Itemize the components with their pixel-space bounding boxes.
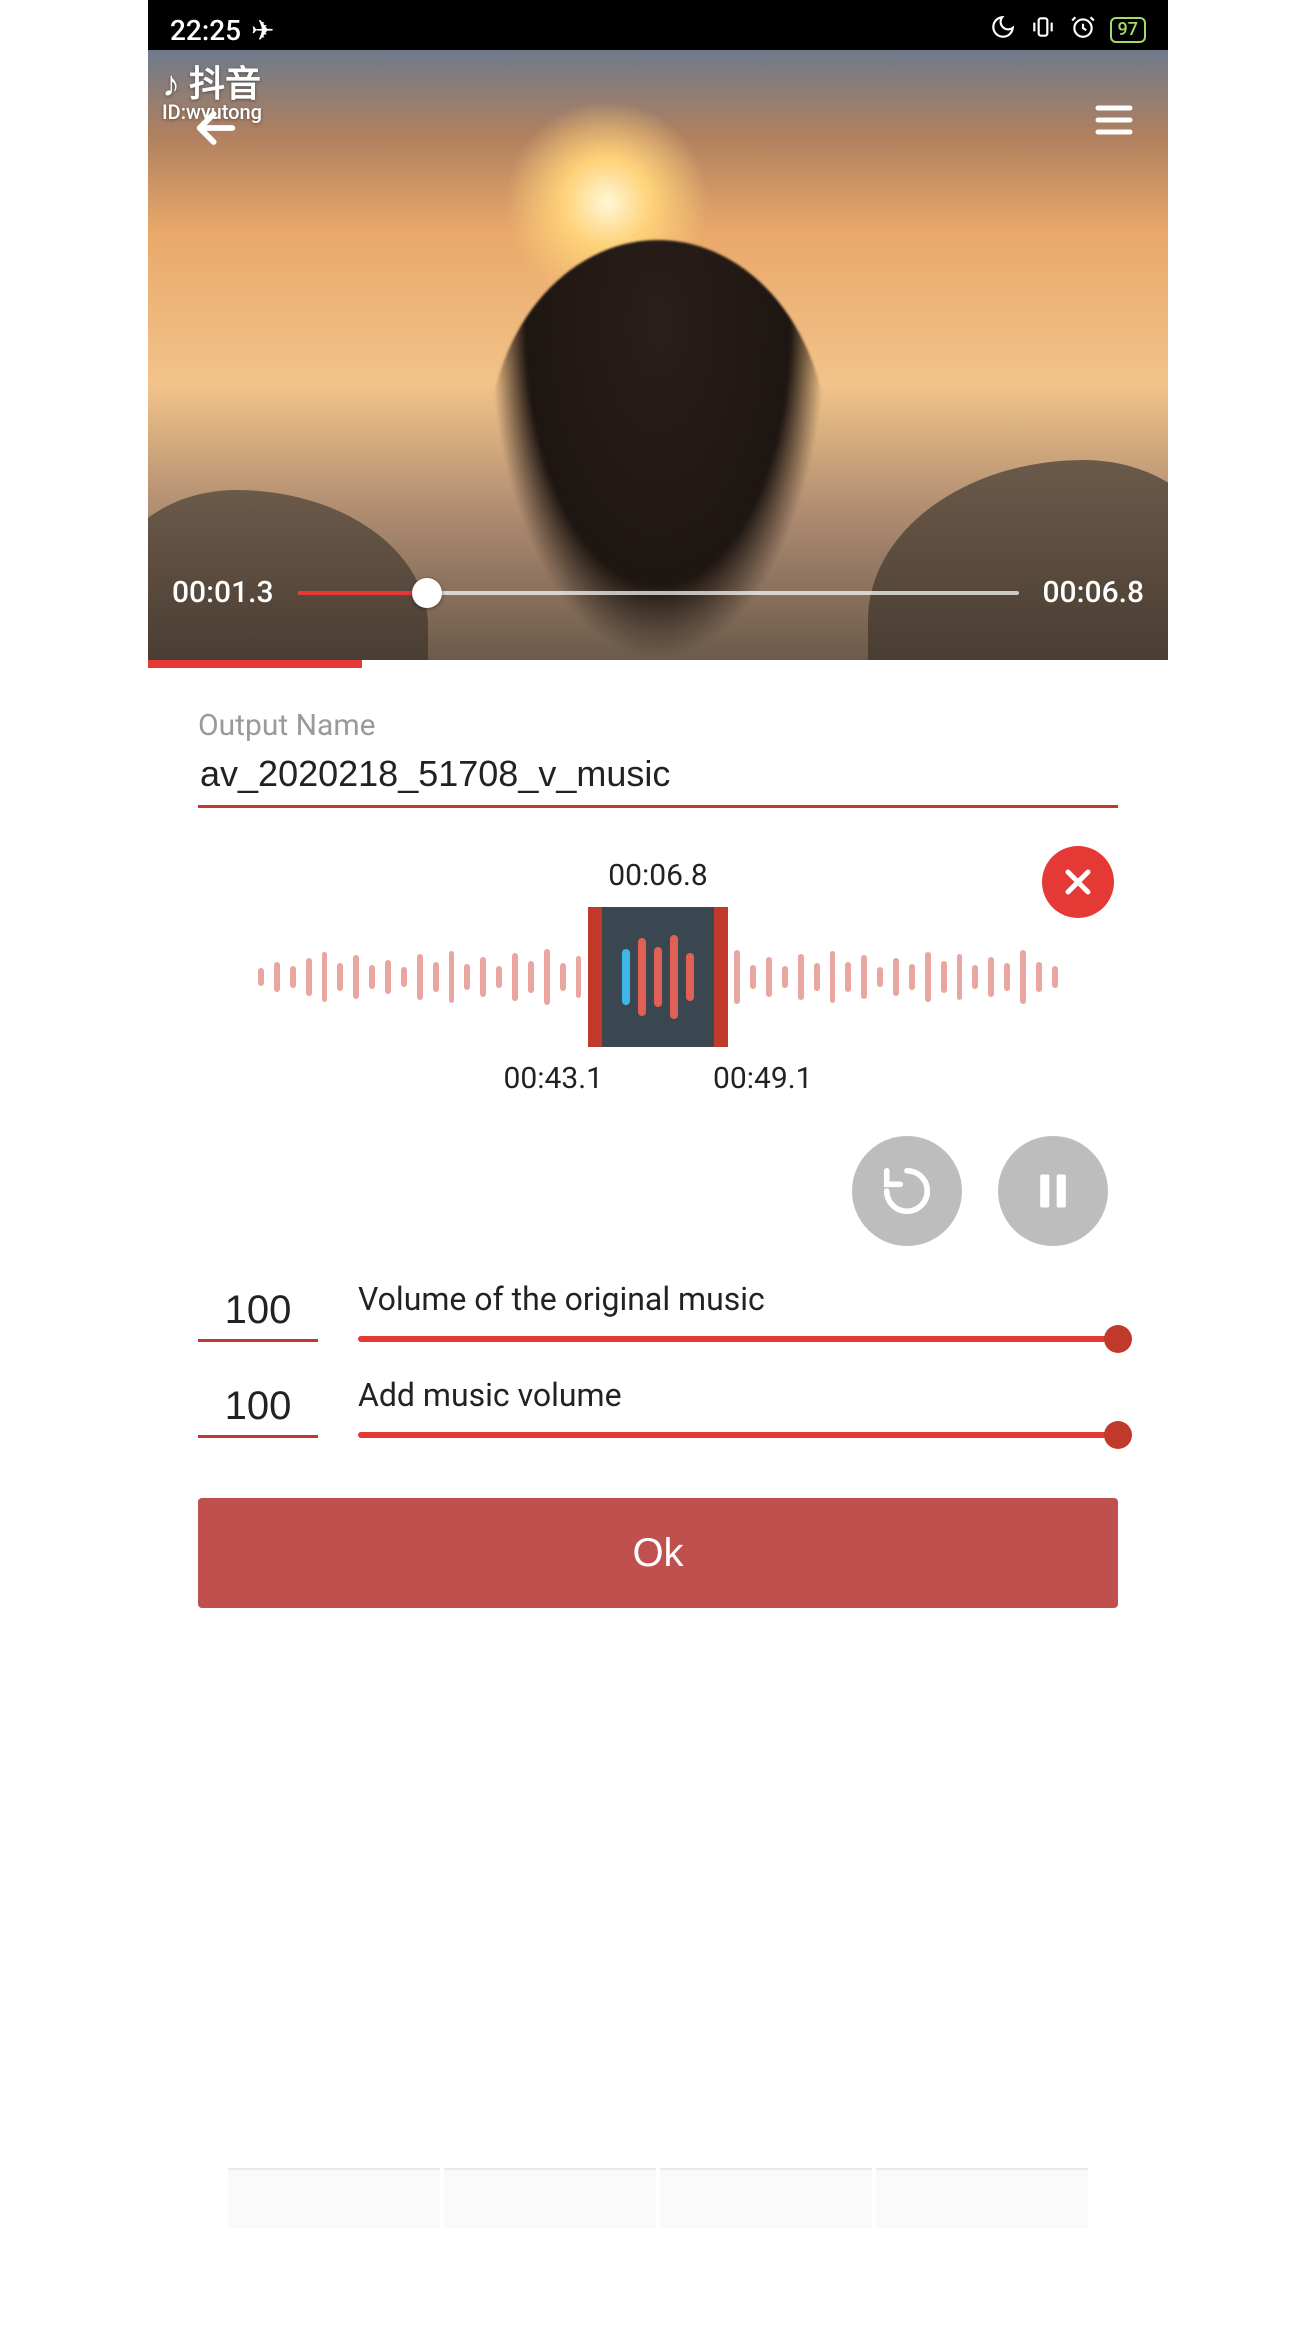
output-name-input[interactable] [198, 747, 1118, 808]
original-volume-label: Volume of the original music [358, 1280, 1118, 1318]
vibrate-icon [1030, 14, 1056, 47]
battery-indicator: 97 [1110, 17, 1146, 43]
audio-waveform-selector[interactable] [198, 907, 1118, 1047]
status-bar: 22:25 ✈ 97 [148, 0, 1168, 60]
video-scrubber[interactable]: 00:01.3 00:06.8 [172, 575, 1144, 610]
output-name-label: Output Name [198, 708, 1118, 743]
video-scrubber-track[interactable] [298, 591, 1019, 595]
added-volume-row: Add music volume [198, 1376, 1118, 1438]
back-icon[interactable] [188, 100, 244, 160]
clip-length-label: 00:06.8 [198, 858, 1118, 893]
alarm-icon [1070, 14, 1096, 47]
output-name-field: Output Name [198, 708, 1118, 808]
video-load-progress [148, 660, 1168, 668]
waveform-time-labels: 00:43.1 00:49.1 [198, 1061, 1118, 1096]
video-total-time: 00:06.8 [1043, 575, 1145, 610]
added-volume-slider[interactable] [358, 1432, 1118, 1438]
clip-start-time: 00:43.1 [504, 1061, 603, 1096]
original-volume-thumb[interactable] [1104, 1325, 1132, 1353]
status-time: 22:25 [170, 14, 241, 47]
added-volume-input[interactable] [198, 1384, 318, 1438]
original-volume-row: Volume of the original music [198, 1280, 1118, 1342]
bottom-nav-placeholder [148, 2168, 1168, 2228]
waveform-selection-window[interactable] [588, 907, 728, 1047]
video-frame-image [148, 50, 1168, 660]
hamburger-menu-icon[interactable] [1090, 96, 1138, 148]
replay-button[interactable] [852, 1136, 962, 1246]
clip-end-time: 00:49.1 [713, 1061, 812, 1096]
original-volume-slider[interactable] [358, 1336, 1118, 1342]
video-current-time: 00:01.3 [172, 575, 274, 610]
video-preview: 22:25 ✈ 97 ♪ 抖音 ID:wyutong [148, 0, 1168, 660]
airplane-mode-icon: ✈ [251, 14, 274, 47]
moon-icon [990, 14, 1016, 47]
video-scrubber-thumb[interactable] [412, 578, 442, 608]
added-volume-label: Add music volume [358, 1376, 1118, 1414]
added-volume-thumb[interactable] [1104, 1421, 1132, 1449]
original-volume-input[interactable] [198, 1288, 318, 1342]
ok-button[interactable]: Ok [198, 1498, 1118, 1608]
pause-button[interactable] [998, 1136, 1108, 1246]
